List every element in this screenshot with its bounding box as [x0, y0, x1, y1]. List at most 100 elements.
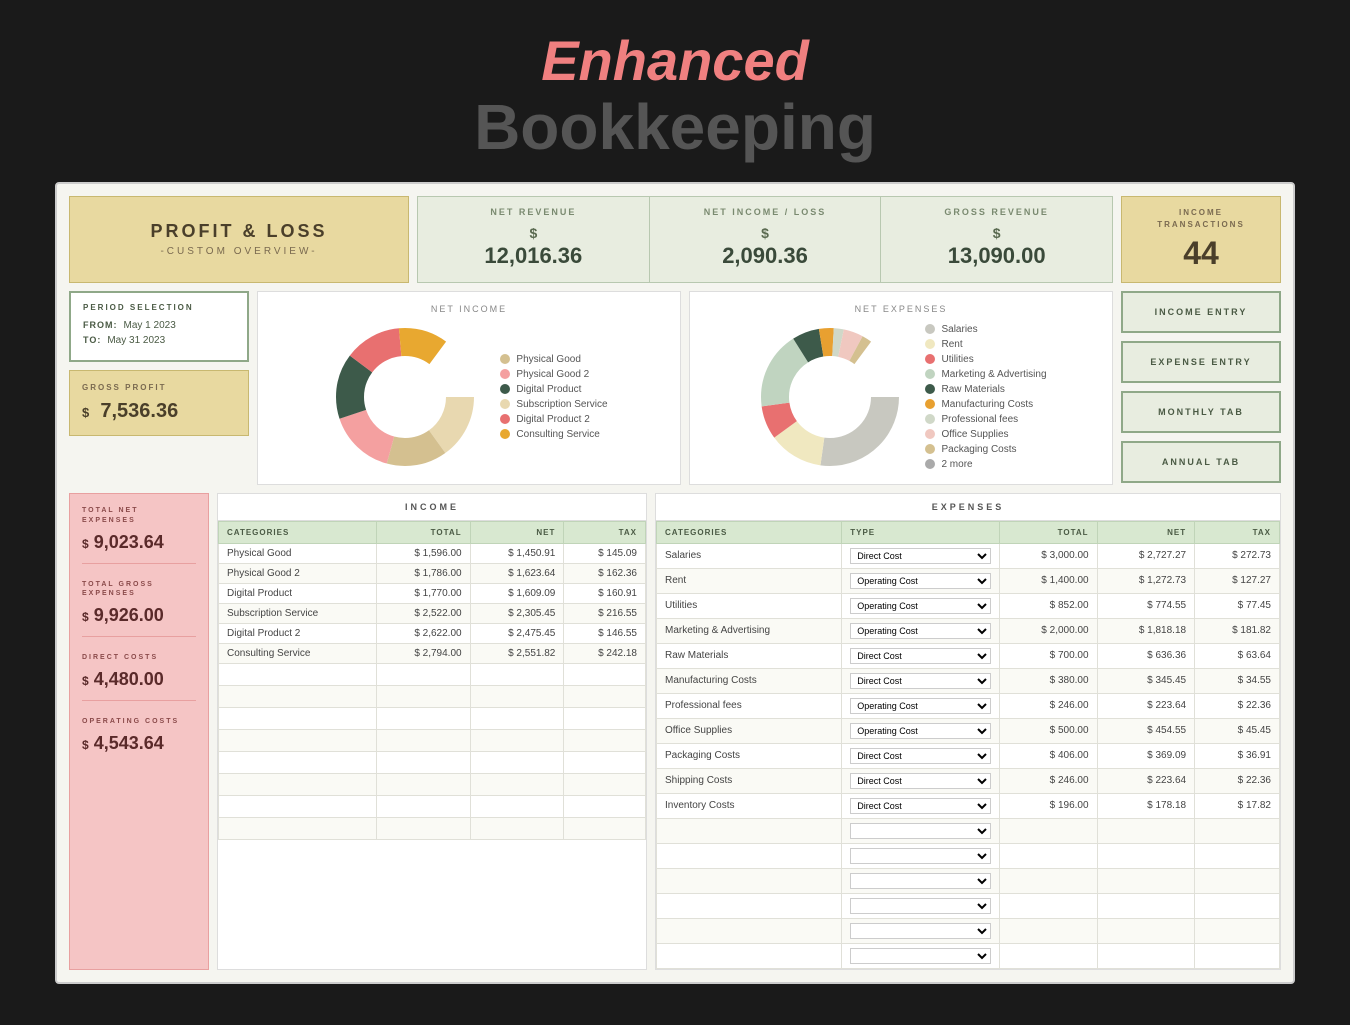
to-label: TO: [83, 335, 101, 345]
income-cell: $ 2,551.82 [470, 643, 564, 663]
income-empty-cell [376, 663, 470, 685]
type-cell[interactable]: Direct CostDirect CostOperating Cost [842, 543, 1000, 568]
income-cell: $ 1,609.09 [470, 583, 564, 603]
type-cell[interactable]: Operating CostDirect CostOperating Cost [842, 568, 1000, 593]
income-cell: Physical Good [219, 543, 377, 563]
type-select-empty[interactable]: Direct CostOperating Cost [850, 873, 991, 889]
type-empty-cell[interactable]: Direct CostOperating Cost [842, 943, 1000, 968]
gross-revenue-value: 13,090.00 [897, 243, 1096, 269]
gross-revenue-currency: $ [897, 225, 1096, 241]
action-button[interactable]: ANNUAL TAB [1121, 441, 1281, 483]
type-empty-cell[interactable]: Direct CostOperating Cost [842, 918, 1000, 943]
expenses-empty-cell [657, 893, 842, 918]
type-select[interactable]: Direct CostDirect CostOperating Cost [850, 748, 991, 764]
income-empty-cell [470, 707, 564, 729]
expenses-empty-cell [1000, 818, 1098, 843]
title-enhanced: Enhanced [0, 30, 1350, 92]
legend-dot [925, 414, 935, 424]
type-select[interactable]: Direct CostDirect CostOperating Cost [850, 648, 991, 664]
expenses-cell: $ 406.00 [1000, 743, 1098, 768]
type-select-empty[interactable]: Direct CostOperating Cost [850, 823, 991, 839]
income-cell: Digital Product [219, 583, 377, 603]
income-empty-row [219, 685, 646, 707]
income-cell: $ 146.55 [564, 623, 646, 643]
expenses-table-row: Manufacturing CostsDirect CostDirect Cos… [657, 668, 1280, 693]
type-select[interactable]: Operating CostDirect CostOperating Cost [850, 698, 991, 714]
type-cell[interactable]: Operating CostDirect CostOperating Cost [842, 593, 1000, 618]
expenses-empty-cell [1195, 843, 1280, 868]
total-value: $ 9,023.64 [82, 532, 196, 553]
total-value: $ 4,480.00 [82, 669, 196, 690]
action-button[interactable]: EXPENSE ENTRY [1121, 341, 1281, 383]
legend-item: Subscription Service [500, 399, 607, 410]
dashboard: PROFIT & LOSS -CUSTOM OVERVIEW- NET REVE… [55, 182, 1295, 984]
expenses-empty-cell [1195, 893, 1280, 918]
from-value: May 1 2023 [124, 320, 176, 331]
net-expenses-chart-inner: SalariesRentUtilitiesMarketing & Adverti… [702, 322, 1100, 472]
type-cell[interactable]: Direct CostDirect CostOperating Cost [842, 768, 1000, 793]
expenses-cell: $ 369.09 [1097, 743, 1195, 768]
income-section-title: INCOME [218, 494, 646, 521]
profit-loss-title: PROFIT & LOSS [150, 221, 327, 242]
type-cell[interactable]: Direct CostDirect CostOperating Cost [842, 668, 1000, 693]
type-select[interactable]: Direct CostDirect CostOperating Cost [850, 773, 991, 789]
expenses-cell: $ 223.64 [1097, 768, 1195, 793]
type-cell[interactable]: Operating CostDirect CostOperating Cost [842, 693, 1000, 718]
expenses-cell: Salaries [657, 543, 842, 568]
action-button[interactable]: INCOME ENTRY [1121, 291, 1281, 333]
type-select[interactable]: Operating CostDirect CostOperating Cost [850, 723, 991, 739]
income-empty-cell [470, 729, 564, 751]
income-empty-cell [564, 795, 646, 817]
type-select[interactable]: Direct CostDirect CostOperating Cost [850, 673, 991, 689]
expenses-cell: Shipping Costs [657, 768, 842, 793]
expenses-empty-cell [1097, 818, 1195, 843]
type-empty-cell[interactable]: Direct CostOperating Cost [842, 843, 1000, 868]
type-select-empty[interactable]: Direct CostOperating Cost [850, 923, 991, 939]
income-table-area: INCOME CATEGORIESTOTALNETTAXPhysical Goo… [217, 493, 647, 970]
type-cell[interactable]: Operating CostDirect CostOperating Cost [842, 618, 1000, 643]
expenses-empty-cell [1097, 918, 1195, 943]
income-cell: $ 1,450.91 [470, 543, 564, 563]
net-income-label: NET INCOME / LOSS [666, 207, 865, 217]
income-empty-cell [219, 685, 377, 707]
net-income-chart: NET INCOME Physical GoodPhysical Good 2D… [257, 291, 681, 485]
type-empty-cell[interactable]: Direct CostOperating Cost [842, 818, 1000, 843]
expenses-table-row: Office SuppliesOperating CostDirect Cost… [657, 718, 1280, 743]
expenses-empty-row: Direct CostOperating Cost [657, 818, 1280, 843]
income-empty-cell [219, 663, 377, 685]
expenses-cell: $ 500.00 [1000, 718, 1098, 743]
legend-item: Professional fees [925, 414, 1046, 425]
net-income-value: 2,090.36 [666, 243, 865, 269]
total-currency: $ [82, 738, 89, 752]
income-trans-label: INCOMETRANSACTIONS [1157, 207, 1245, 231]
type-empty-cell[interactable]: Direct CostOperating Cost [842, 868, 1000, 893]
expenses-empty-cell [1097, 893, 1195, 918]
expenses-cell: $ 380.00 [1000, 668, 1098, 693]
type-select[interactable]: Operating CostDirect CostOperating Cost [850, 573, 991, 589]
type-select[interactable]: Operating CostDirect CostOperating Cost [850, 598, 991, 614]
expenses-cell: Rent [657, 568, 842, 593]
net-income-legend: Physical GoodPhysical Good 2Digital Prod… [500, 354, 607, 440]
type-cell[interactable]: Operating CostDirect CostOperating Cost [842, 718, 1000, 743]
type-select[interactable]: Direct CostDirect CostOperating Cost [850, 798, 991, 814]
expenses-empty-cell [657, 818, 842, 843]
income-empty-cell [564, 685, 646, 707]
type-cell[interactable]: Direct CostDirect CostOperating Cost [842, 743, 1000, 768]
type-select-empty[interactable]: Direct CostOperating Cost [850, 948, 991, 964]
type-cell[interactable]: Direct CostDirect CostOperating Cost [842, 793, 1000, 818]
legend-dot [500, 429, 510, 439]
type-cell[interactable]: Direct CostDirect CostOperating Cost [842, 643, 1000, 668]
total-currency: $ [82, 674, 89, 688]
type-select-empty[interactable]: Direct CostOperating Cost [850, 848, 991, 864]
expenses-cell: $ 178.18 [1097, 793, 1195, 818]
income-empty-cell [219, 795, 377, 817]
action-button[interactable]: MONTHLY TAB [1121, 391, 1281, 433]
type-select-empty[interactable]: Direct CostOperating Cost [850, 898, 991, 914]
type-select[interactable]: Direct CostDirect CostOperating Cost [850, 548, 991, 564]
type-select[interactable]: Operating CostDirect CostOperating Cost [850, 623, 991, 639]
income-empty-cell [470, 795, 564, 817]
net-income-chart-title: NET INCOME [270, 304, 668, 314]
income-table: CATEGORIESTOTALNETTAXPhysical Good$ 1,59… [218, 521, 646, 840]
type-empty-cell[interactable]: Direct CostOperating Cost [842, 893, 1000, 918]
legend-item: Office Supplies [925, 429, 1046, 440]
